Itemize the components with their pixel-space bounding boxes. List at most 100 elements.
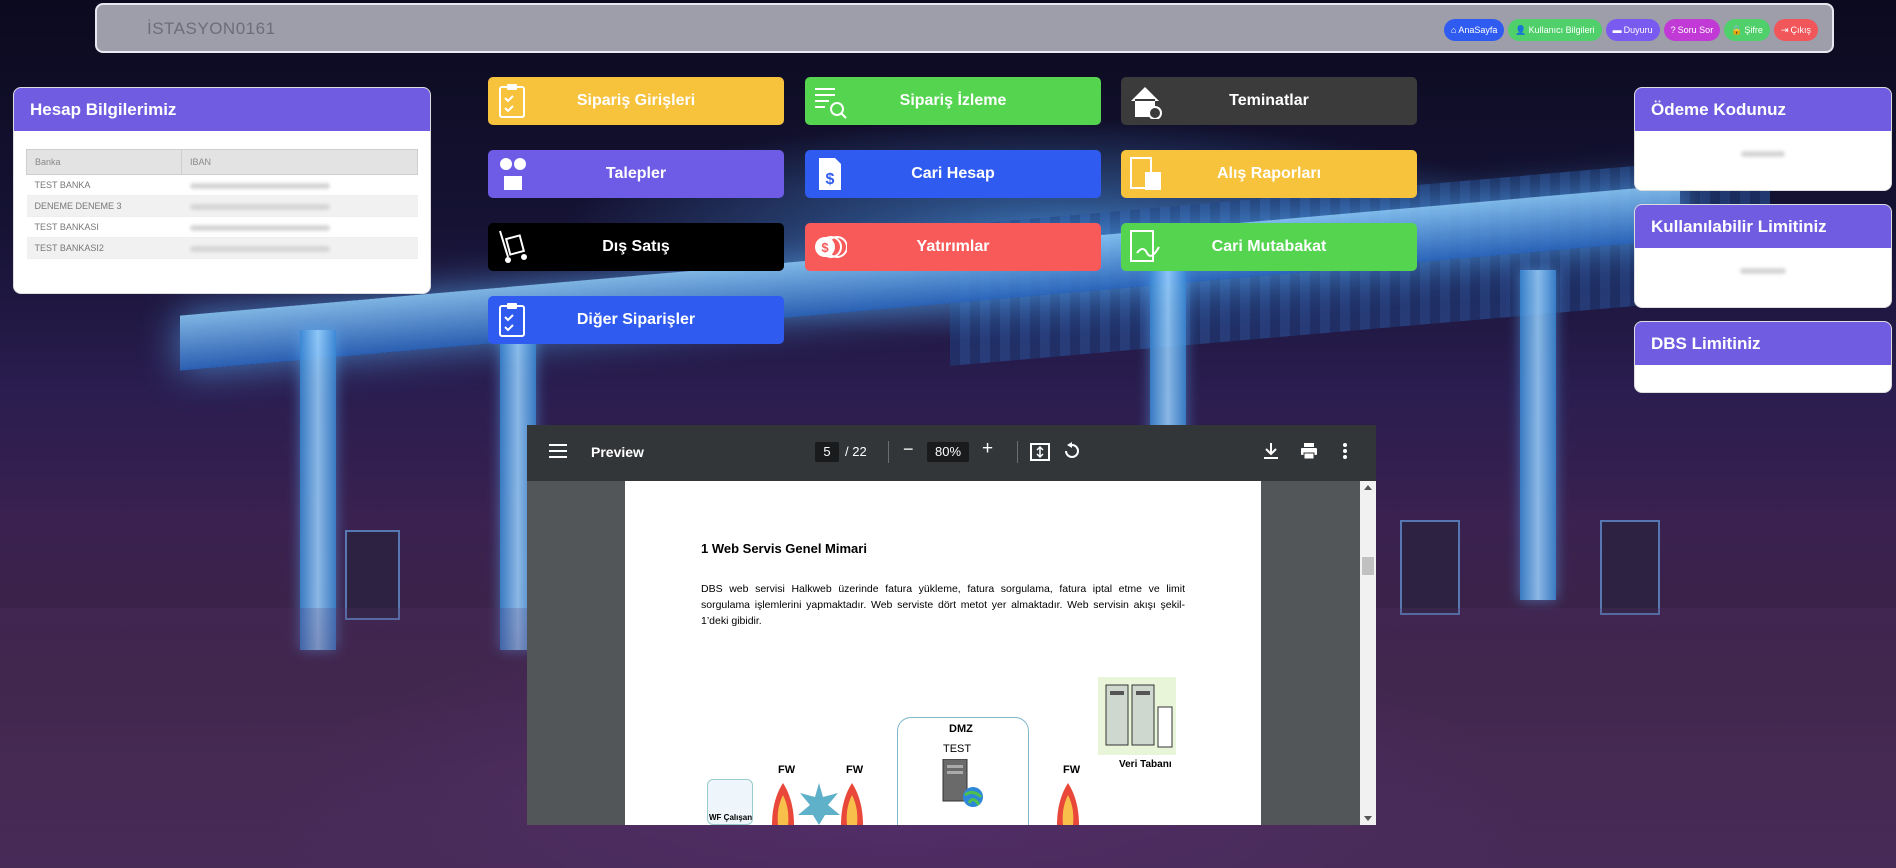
account-info-title: Hesap Bilgilerimiz	[14, 88, 430, 131]
nav-button-label: AnaSayfa	[1458, 25, 1498, 35]
iban-cell-hidden	[181, 237, 418, 259]
payment-code-title: Ödeme Kodunuz	[1635, 88, 1891, 131]
print-icon[interactable]	[1300, 442, 1318, 465]
nav-buttons: ⌂ AnaSayfa 👤 Kullanıcı Bilgileri ▬ Duyuru? Sor…	[1443, 19, 1818, 41]
zoom-level-input[interactable]: 80%	[927, 442, 969, 462]
nav-button-soru-sor[interactable]: ? Soru Sor	[1663, 19, 1721, 41]
document-sign-icon	[1129, 229, 1163, 265]
menu-button-4[interactable]: $ Cari Hesap	[805, 150, 1101, 198]
nav-button-kullanıcı-bilgileri[interactable]: 👤 Kullanıcı Bilgileri	[1508, 19, 1602, 41]
dmz-label: DMZ	[949, 723, 973, 735]
nav-button-label: Kullanıcı Bilgileri	[1528, 25, 1595, 35]
lock-icon: 🔒	[1731, 24, 1743, 35]
table-row: DENEME DENEME 3	[26, 195, 418, 217]
available-limit-card: Kullanılabilir Limitiniz	[1634, 204, 1892, 308]
pdf-page: 1 Web Servis Genel Mimari DBS web servis…	[625, 481, 1261, 825]
menu-button-label: Cari Hesap	[911, 165, 995, 182]
firewall-flame-icon	[772, 783, 794, 825]
menu-button-8[interactable]: Cari Mutabakat	[1121, 223, 1417, 271]
table-row: TEST BANKA	[26, 174, 418, 196]
menu-button-label: Alış Raporları	[1216, 165, 1322, 182]
nav-button-label: Şifre	[1744, 25, 1763, 35]
house-check-icon	[1129, 83, 1163, 120]
bank-name-cell: TEST BANKASI2	[26, 237, 182, 259]
nav-button-label: Soru Sor	[1677, 25, 1714, 35]
firewall-label-2: FW	[846, 764, 864, 776]
doc-paragraph: DBS web servisi Halkweb üzerinde fatura …	[701, 583, 1185, 627]
internet-burst-icon	[798, 783, 840, 825]
pdf-viewer: Preview 5 / 22 − 80% + 1 Web Servis Gene…	[527, 425, 1376, 825]
station-name: İSTASYON0161	[147, 19, 276, 38]
menu-button-label: Yatırımlar	[916, 238, 990, 255]
folder-icon: ▬	[1612, 25, 1622, 35]
nav-button-şifre[interactable]: 🔒 Şifre	[1724, 19, 1770, 41]
home-icon: ⌂	[1450, 25, 1457, 35]
iban-cell-hidden	[181, 174, 418, 196]
nav-button-label: Çıkış	[1790, 25, 1811, 35]
page-total: / 22	[845, 444, 867, 459]
firewall-label-1: FW	[778, 764, 796, 776]
clipboard-check-icon	[496, 302, 530, 338]
menu-button-label: Cari Mutabakat	[1211, 238, 1327, 255]
test-server-label: TEST	[943, 743, 972, 755]
account-info-card: Hesap Bilgilerimiz Banka IBAN TEST BANKA…	[13, 87, 431, 294]
menu-button-label: Sipariş Girişleri	[576, 92, 696, 109]
hamburger-menu-icon[interactable]	[549, 443, 567, 464]
nav-button-çıkış[interactable]: ⇥ Çıkış	[1773, 19, 1818, 41]
menu-button-3[interactable]: Talepler	[488, 150, 784, 198]
iban-cell-hidden	[181, 216, 418, 238]
menu-button-label: Diğer Siparişler	[576, 311, 696, 328]
firewall-flame-icon	[1057, 783, 1079, 825]
dbs-limit-card: DBS Limitiniz	[1634, 321, 1892, 393]
bank-name-cell: DENEME DENEME 3	[26, 195, 182, 217]
available-limit-title: Kullanılabilir Limitiniz	[1635, 205, 1891, 248]
menu-button-0[interactable]: Sipariş Girişleri	[488, 77, 784, 125]
menu-button-label: Teminatlar	[1229, 92, 1309, 109]
table-row: TEST BANKASI2	[26, 237, 418, 259]
account-table: Banka IBAN TEST BANKA DENEME DENEME 3 TEST…	[26, 149, 418, 259]
available-limit-value-hidden	[1740, 268, 1786, 274]
menu-button-7[interactable]: $ Yatırımlar	[805, 223, 1101, 271]
column-header-iban: IBAN	[181, 149, 418, 175]
rotate-icon[interactable]	[1062, 441, 1082, 466]
svg-text:$: $	[821, 240, 829, 255]
client-label: WF Çalışan	[709, 813, 753, 822]
download-icon[interactable]	[1262, 442, 1280, 465]
column-header-bank: Banka	[26, 149, 182, 175]
menu-button-6[interactable]: Dış Satış	[488, 223, 784, 271]
pdf-scrollbar[interactable]	[1360, 481, 1376, 825]
dollar-document-icon: $	[813, 156, 847, 192]
logout-icon: ⇥	[1780, 24, 1789, 35]
question-box-icon	[496, 156, 530, 192]
scroll-thumb[interactable]	[1362, 557, 1374, 575]
iban-cell-hidden	[181, 195, 418, 217]
menu-button-label: Sipariş İzleme	[899, 92, 1007, 109]
pdf-toolbar: Preview 5 / 22 − 80% +	[527, 425, 1376, 481]
zoom-in-button[interactable]: +	[982, 438, 993, 460]
more-options-icon[interactable]	[1342, 442, 1348, 465]
nav-button-label: Duyuru	[1623, 25, 1653, 35]
menu-button-1[interactable]: Sipariş İzleme	[805, 77, 1101, 125]
fit-page-icon[interactable]	[1030, 442, 1050, 467]
page-number-input[interactable]: 5	[815, 442, 839, 462]
dbs-limit-title: DBS Limitiniz	[1635, 322, 1891, 365]
menu-button-2[interactable]: Teminatlar	[1121, 77, 1417, 125]
coins-icon: $	[813, 229, 848, 265]
bank-name-cell: TEST BANKA	[26, 174, 182, 196]
bank-name-cell: TEST BANKASI	[26, 216, 182, 238]
server-icon	[942, 759, 983, 807]
menu-button-5[interactable]: Alış Raporları	[1121, 150, 1417, 198]
menu-button-9[interactable]: Diğer Siparişler	[488, 296, 784, 344]
menu-button-label: Dış Satış	[602, 238, 670, 255]
nav-button-anasayfa[interactable]: ⌂ AnaSayfa	[1443, 19, 1505, 41]
zoom-out-button[interactable]: −	[903, 439, 914, 460]
nav-button-duyuru[interactable]: ▬ Duyuru	[1605, 19, 1660, 41]
list-search-icon	[813, 83, 847, 119]
calculator-report-icon	[1129, 156, 1163, 192]
database-label: Veri Tabanı	[1119, 759, 1172, 770]
menu-button-label: Talepler	[605, 165, 667, 182]
svg-text:$: $	[826, 171, 835, 188]
database-server-icon	[1098, 677, 1176, 755]
firewall-flame-icon	[841, 783, 863, 825]
question-icon: ?	[1670, 25, 1676, 35]
